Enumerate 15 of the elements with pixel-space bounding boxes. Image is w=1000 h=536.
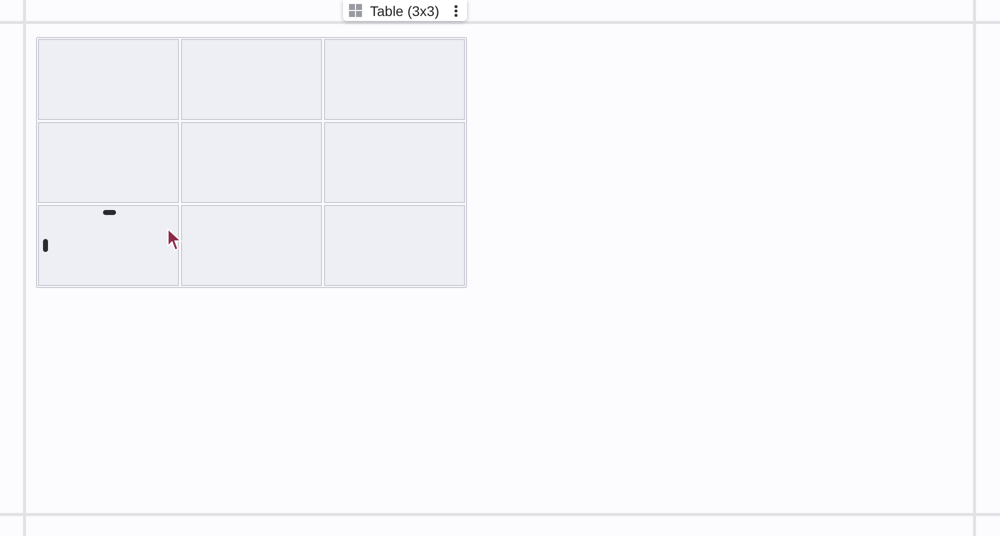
column-handle[interactable]	[103, 210, 116, 215]
table-cell[interactable]	[324, 39, 465, 120]
table-cell[interactable]	[38, 39, 179, 120]
table-cell[interactable]	[324, 122, 465, 203]
grid-icon	[349, 4, 362, 17]
table-cell[interactable]	[324, 205, 465, 286]
more-icon	[454, 4, 458, 16]
table-cell[interactable]	[181, 39, 322, 120]
table-cell[interactable]	[38, 205, 179, 286]
cursor-icon	[167, 228, 183, 252]
block-type-label: Table (3x3)	[370, 2, 440, 18]
table-cell[interactable]	[181, 122, 322, 203]
row-handle[interactable]	[43, 239, 48, 252]
table-cell[interactable]	[181, 205, 322, 286]
table-cell[interactable]	[38, 122, 179, 203]
